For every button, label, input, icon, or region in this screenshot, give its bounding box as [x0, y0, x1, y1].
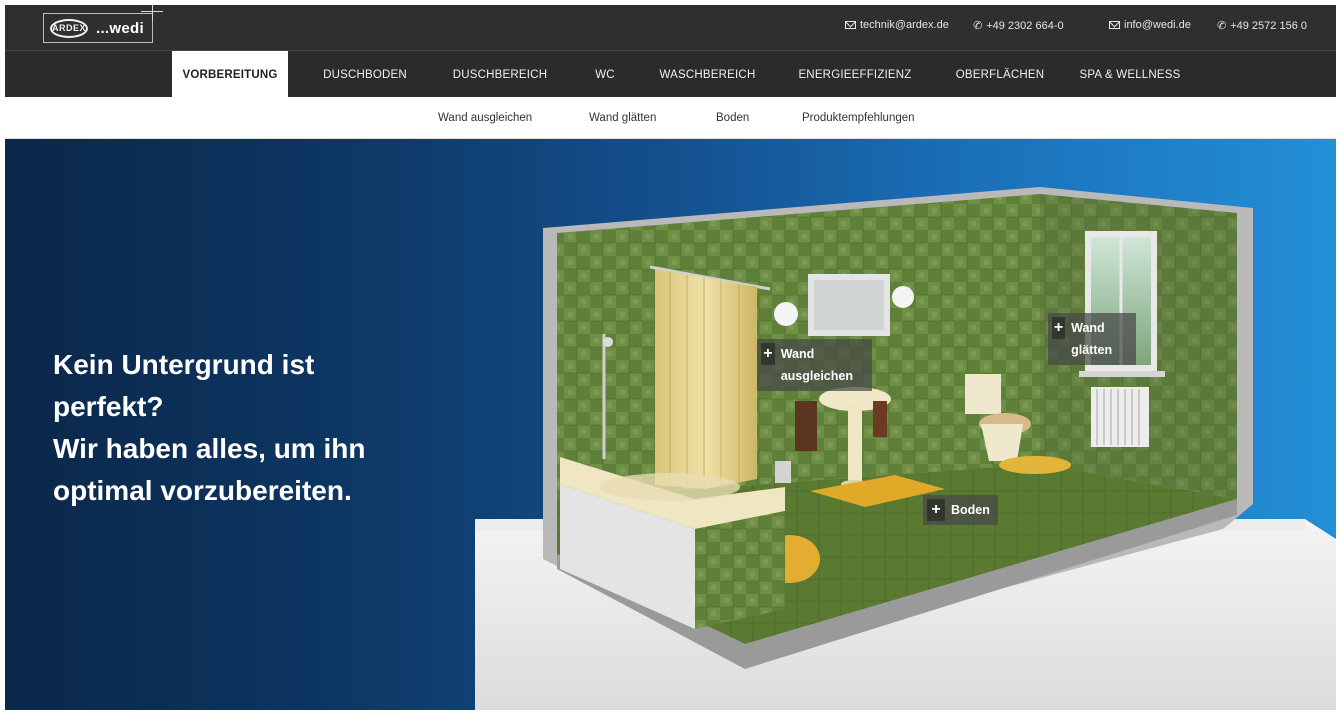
- phone-icon: ✆: [1215, 19, 1228, 33]
- contact-phone-ardex[interactable]: ✆ +49 2302 664-0: [971, 19, 1064, 33]
- nav-item-duschboden[interactable]: DUSCHBODEN: [305, 51, 425, 98]
- contact-email-ardex[interactable]: technik@ardex.de: [845, 19, 949, 31]
- headline-line: Wir haben alles, um ihn: [53, 433, 366, 464]
- contact-text: info@wedi.de: [1124, 19, 1191, 31]
- headline-line: optimal vorzubereiten.: [53, 475, 352, 506]
- headline-line: perfekt?: [53, 391, 164, 422]
- hero-section: Kein Untergrund ist perfekt? Wir haben a…: [5, 139, 1336, 710]
- brand-logo[interactable]: ARDEX ...wedi: [43, 13, 153, 43]
- contact-email-wedi[interactable]: info@wedi.de: [1109, 19, 1191, 31]
- hotspot-wand-ausgleichen[interactable]: + Wand ausgleichen: [757, 339, 872, 391]
- subnav-item-produktempfehlungen[interactable]: Produktempfehlungen: [802, 97, 915, 139]
- hotspot-label: Wand glätten: [1071, 321, 1113, 357]
- nav-item-waschbereich[interactable]: WASCHBEREICH: [645, 51, 770, 98]
- plus-icon: +: [761, 343, 775, 365]
- subnav-item-boden[interactable]: Boden: [716, 97, 749, 139]
- hotspot-wand-glaetten[interactable]: + Wand glätten: [1048, 313, 1136, 365]
- main-navigation: VORBEREITUNG DUSCHBODEN DUSCHBEREICH WC …: [5, 50, 1336, 98]
- hotspot-label: Wand ausgleichen: [780, 347, 853, 383]
- headline-line: Kein Untergrund ist: [53, 349, 315, 380]
- hotspot-boden[interactable]: + Boden: [923, 495, 998, 525]
- nav-item-wc[interactable]: WC: [575, 51, 635, 98]
- mail-icon: [1109, 21, 1120, 29]
- subnav-item-wand-glaetten[interactable]: Wand glätten: [589, 97, 656, 139]
- contact-text: +49 2302 664-0: [986, 19, 1064, 32]
- nav-item-spa-wellness[interactable]: SPA & WELLNESS: [1070, 51, 1190, 98]
- logo-decoration: [152, 5, 153, 21]
- subnav-item-wand-ausgleichen[interactable]: Wand ausgleichen: [438, 97, 532, 139]
- contact-text: +49 2572 156 0: [1230, 19, 1307, 32]
- top-bar: ARDEX ...wedi technik@ardex.de ✆ +49 230…: [5, 5, 1336, 50]
- browser-page: ARDEX ...wedi technik@ardex.de ✆ +49 230…: [5, 5, 1336, 710]
- wedi-logo: ...wedi: [96, 19, 144, 37]
- contact-phone-wedi[interactable]: ✆ +49 2572 156 0: [1215, 19, 1307, 33]
- nav-item-vorbereitung[interactable]: VORBEREITUNG: [172, 51, 288, 98]
- plus-icon: +: [1052, 317, 1066, 339]
- phone-icon: ✆: [971, 19, 984, 33]
- hero-headline: Kein Untergrund ist perfekt? Wir haben a…: [53, 344, 473, 512]
- contact-text: technik@ardex.de: [860, 19, 949, 31]
- sub-navigation: Wand ausgleichen Wand glätten Boden Prod…: [5, 97, 1336, 139]
- nav-item-energieeffizienz[interactable]: ENERGIEEFFIZIENZ: [785, 51, 925, 98]
- nav-item-duschbereich[interactable]: DUSCHBEREICH: [435, 51, 565, 98]
- hotspot-label: Boden: [951, 503, 990, 517]
- plus-icon: +: [927, 499, 945, 521]
- ardex-logo: ARDEX: [50, 18, 88, 38]
- nav-item-oberflaechen[interactable]: OBERFLÄCHEN: [940, 51, 1060, 98]
- mail-icon: [845, 21, 856, 29]
